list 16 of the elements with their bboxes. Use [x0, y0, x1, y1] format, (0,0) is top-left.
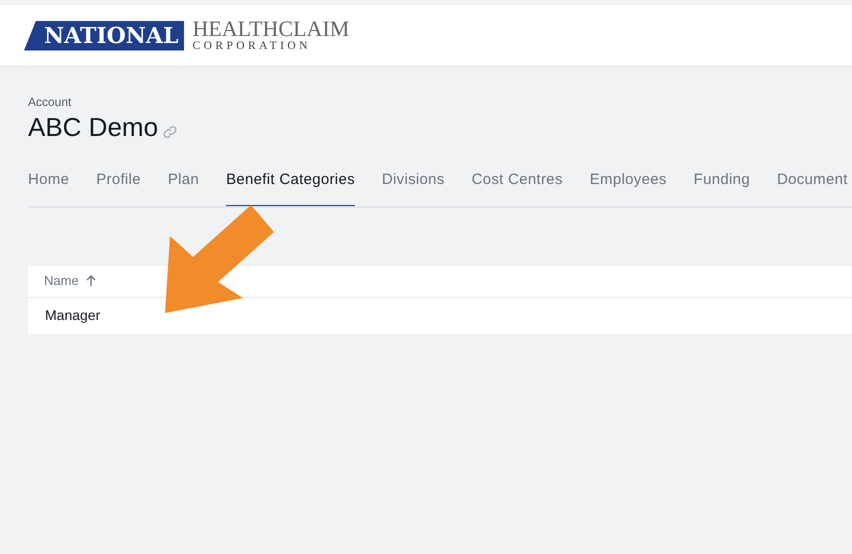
- column-header[interactable]: Name: [44, 271, 97, 291]
- tab[interactable]: Profile: [96, 169, 141, 206]
- tab[interactable]: Plan: [168, 169, 200, 206]
- tab[interactable]: Funding: [694, 169, 750, 206]
- tab[interactable]: Home: [28, 169, 70, 206]
- logo-subtitle: CORPORATION: [192, 38, 312, 52]
- table-cell-text: Manager: [45, 306, 100, 325]
- tab[interactable]: Divisions: [382, 169, 445, 206]
- tab[interactable]: Document: [776, 169, 848, 206]
- logo-name: HEALTHCLAIM: [192, 18, 350, 38]
- tab[interactable]: Employees: [590, 169, 667, 206]
- tab[interactable]: Cost Centres: [472, 169, 563, 206]
- account-title: ABC Demo: [28, 111, 158, 143]
- logo-badge: NATIONAL: [24, 20, 184, 50]
- account-label: Account: [28, 95, 72, 109]
- link-icon[interactable]: [162, 124, 178, 140]
